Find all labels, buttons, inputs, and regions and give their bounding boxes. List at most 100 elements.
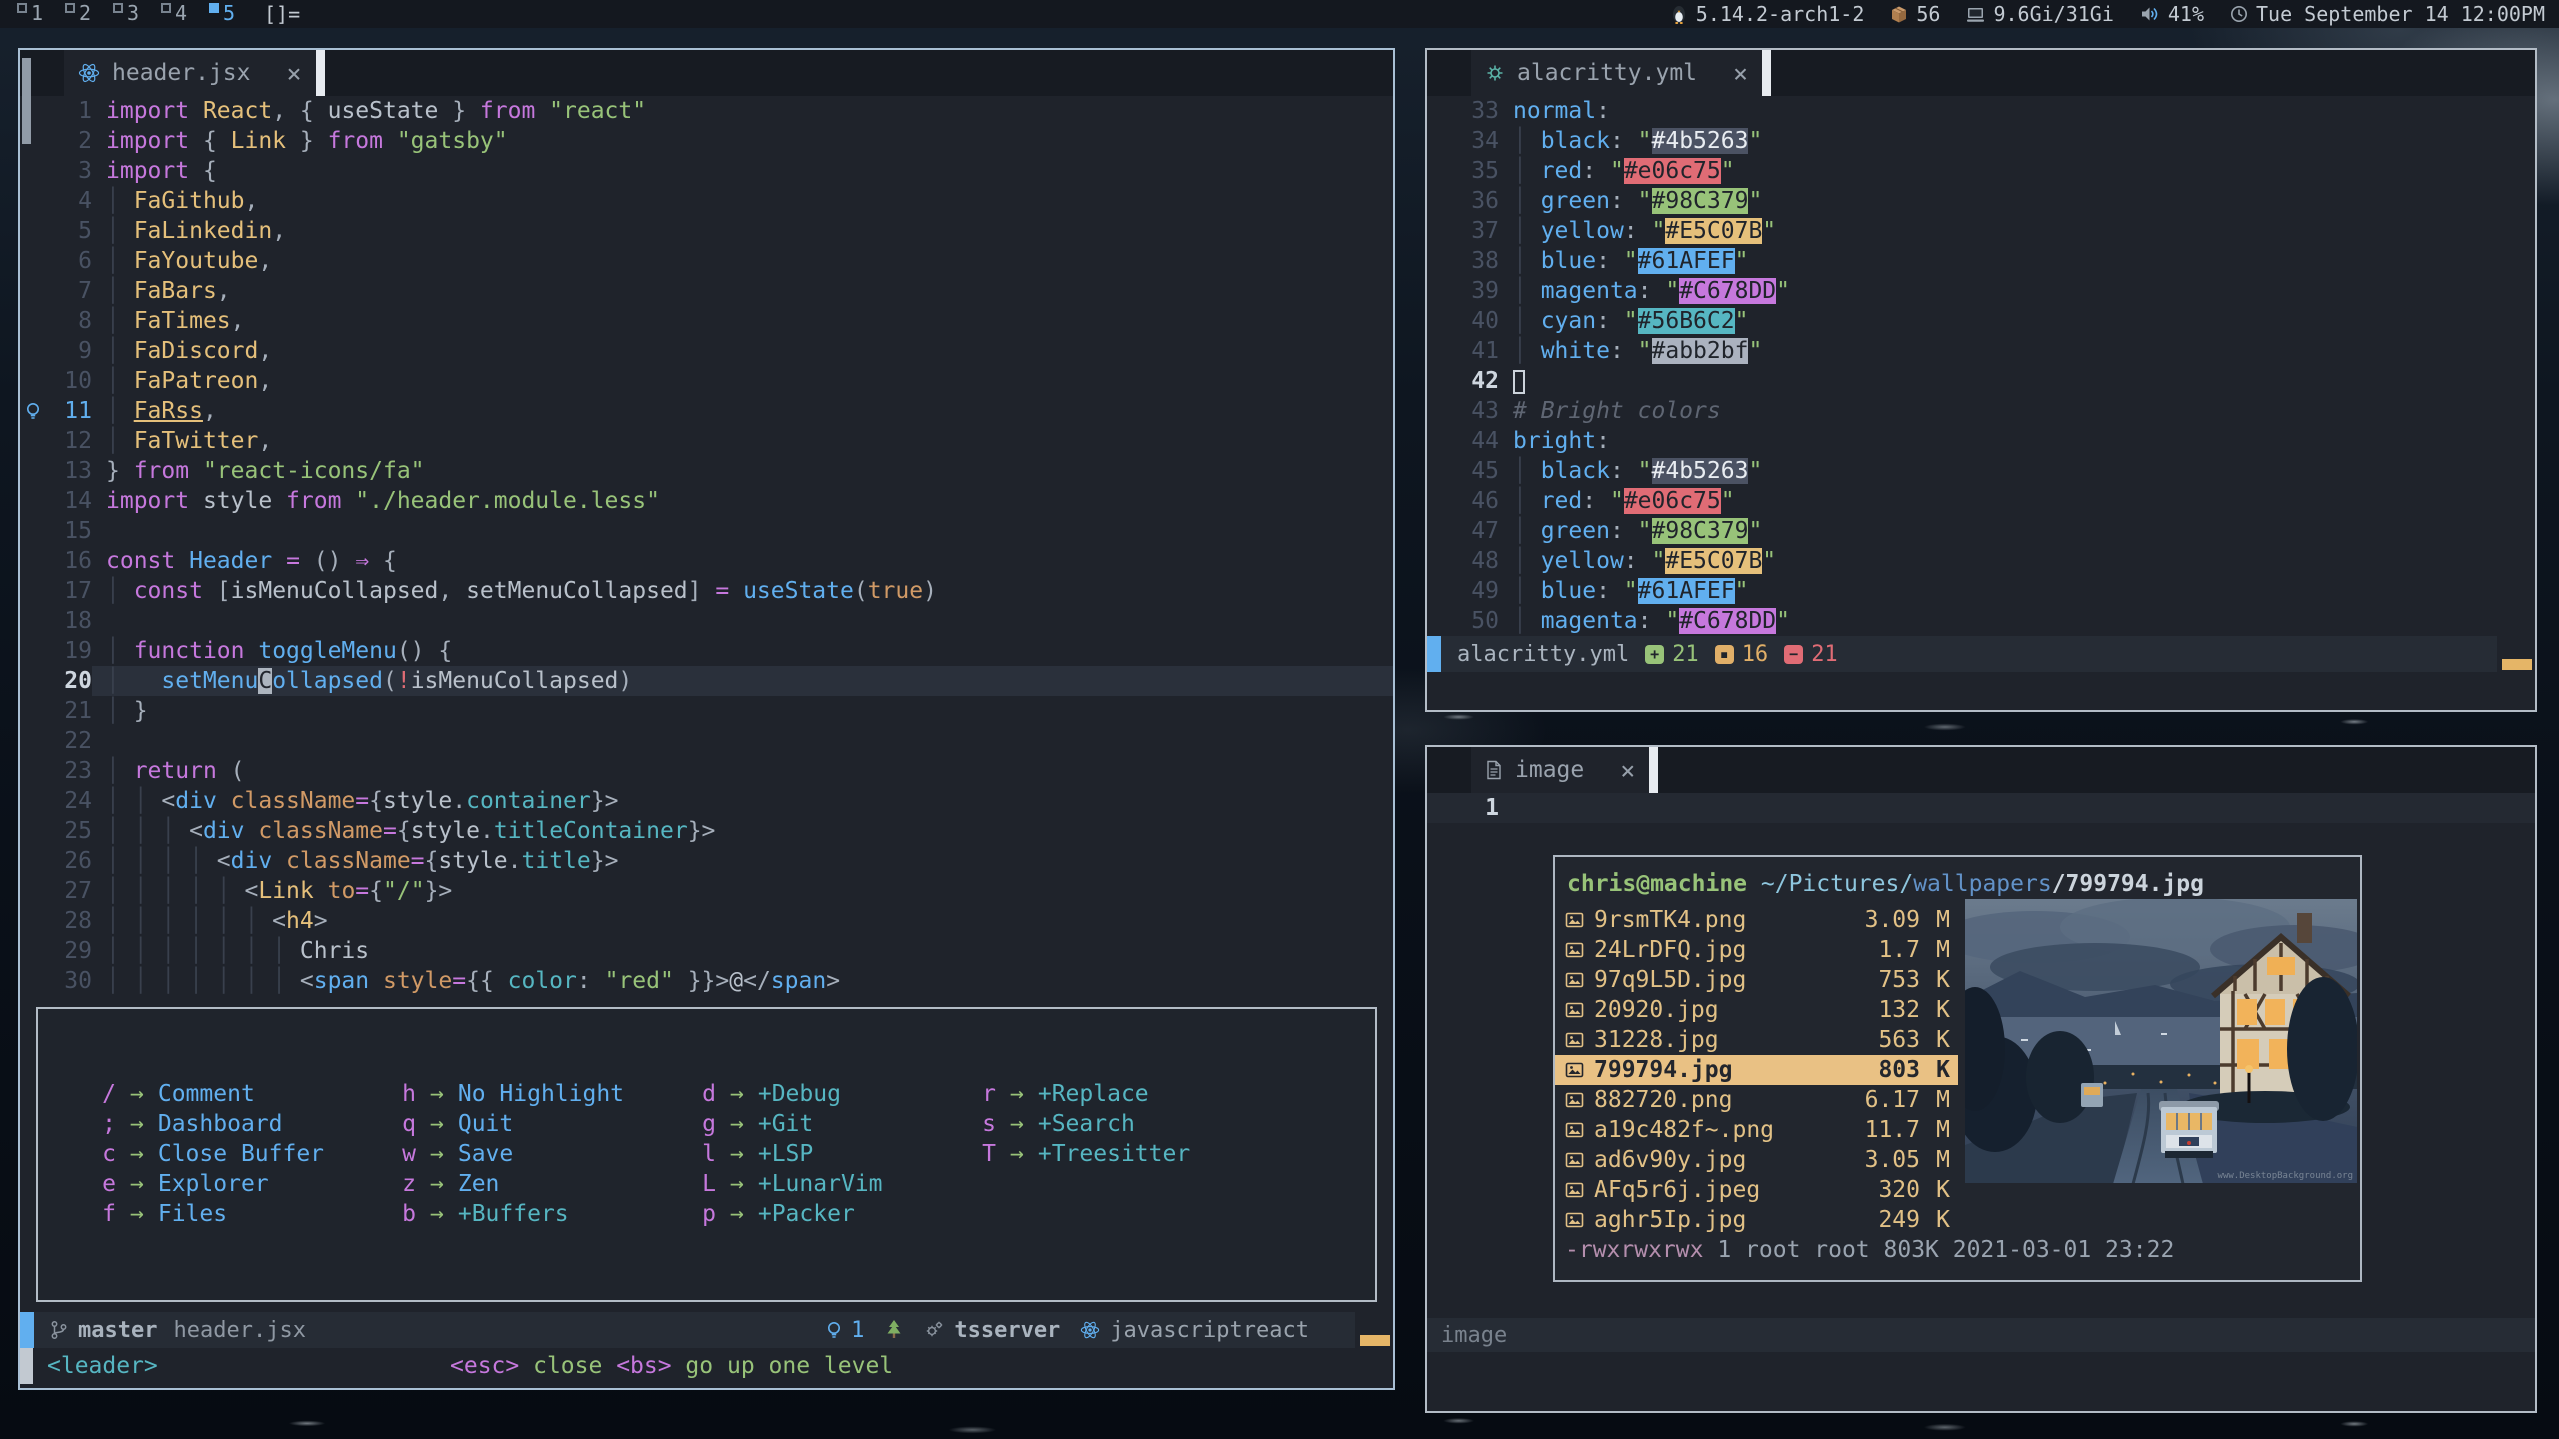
code-line[interactable]: 38 │ blue: "#61AFEF" — [1427, 246, 2535, 276]
scrollbar-thumb[interactable] — [22, 58, 31, 144]
code-line[interactable]: 13 } from "react-icons/fa" — [20, 456, 1393, 486]
code-line[interactable]: 14 import style from "./header.module.le… — [20, 486, 1393, 516]
code-line[interactable]: 41 │ white: "#abb2bf" — [1427, 336, 2535, 366]
line-number: 13 — [46, 456, 92, 486]
code-line[interactable]: 30 │ │ │ │ │ │ │ <span style={{ color: "… — [20, 966, 1393, 996]
line-text: normal: — [1499, 96, 2535, 126]
code-line[interactable]: 12 │ FaTwitter, — [20, 426, 1393, 456]
code-line[interactable]: 40 │ cyan: "#56B6C2" — [1427, 306, 2535, 336]
file-row[interactable]: 882720.png 6.17 M — [1555, 1085, 1958, 1115]
workspace-button[interactable]: 2 — [56, 0, 104, 28]
code-line[interactable]: 1 — [1427, 793, 2535, 823]
code-line[interactable]: 1 import React, { useState } from "react… — [20, 96, 1393, 126]
code-line[interactable]: 3 import { — [20, 156, 1393, 186]
statusbar-module[interactable]: Tue September 14 12:00PM — [2230, 2, 2545, 26]
code-line[interactable]: 43 # Bright colors — [1427, 396, 2535, 426]
file-row[interactable]: 9rsmTK4.png 3.09 M — [1555, 905, 1958, 935]
file-row[interactable]: a19c482f~.png 11.7 M — [1555, 1115, 1958, 1145]
file-name: ad6v90y.jpg — [1594, 1145, 1746, 1175]
code-line[interactable]: 2 import { Link } from "gatsby" — [20, 126, 1393, 156]
whichkey-label: +Packer — [758, 1201, 855, 1227]
file-row[interactable]: aghr5Ip.jpg 249 K — [1555, 1205, 1958, 1235]
line-number: 21 — [46, 696, 92, 726]
statusbar-module[interactable]: 41% — [2140, 2, 2204, 26]
code-line[interactable]: 5 │ FaLinkedin, — [20, 216, 1393, 246]
code-line[interactable]: 28 │ │ │ │ │ │ <h4> — [20, 906, 1393, 936]
code-line[interactable]: 26 │ │ │ │ <div className={style.title}> — [20, 846, 1393, 876]
code-line[interactable]: 45 │ black: "#4b5263" — [1427, 456, 2535, 486]
line-number: 16 — [46, 546, 92, 576]
code-line[interactable]: 18 — [20, 606, 1393, 636]
file-row[interactable]: ad6v90y.jpg 3.05 M — [1555, 1145, 1958, 1175]
code-line[interactable]: 21 │ } — [20, 696, 1393, 726]
line-text: # Bright colors — [1499, 396, 2535, 426]
image-file-icon — [1565, 941, 1584, 959]
file-size-unit: K — [1920, 965, 1950, 995]
code-line[interactable]: 25 │ │ │ <div className={style.titleCont… — [20, 816, 1393, 846]
line-text: const Header = () ⇒ { — [92, 546, 1393, 576]
line-number: 38 — [1453, 246, 1499, 276]
code-line[interactable]: 47 │ green: "#98C379" — [1427, 516, 2535, 546]
file-row[interactable]: 799794.jpg 803 K — [1555, 1055, 1958, 1085]
line-number: 8 — [46, 306, 92, 336]
statusbar-module[interactable]: 56 — [1890, 2, 1940, 26]
code-line[interactable]: 35 │ red: "#e06c75" — [1427, 156, 2535, 186]
code-line[interactable]: 33 normal: — [1427, 96, 2535, 126]
statusbar-module[interactable]: 5.14.2-arch1-2 — [1670, 2, 1865, 26]
cable-car — [2159, 1101, 2219, 1158]
image-file-icon — [1565, 1181, 1584, 1199]
code-line[interactable]: 42 — [1427, 366, 2535, 396]
code-line[interactable]: 6 │ FaYoutube, — [20, 246, 1393, 276]
whichkey-entry: T → +Treesitter — [970, 1139, 1190, 1169]
file-row[interactable]: 97q9L5D.jpg 753 K — [1555, 965, 1958, 995]
workspace-button[interactable]: 5 — [200, 0, 248, 28]
code-line[interactable]: 39 │ magenta: "#C678DD" — [1427, 276, 2535, 306]
workspace-button[interactable]: 3 — [104, 0, 152, 28]
tab-image[interactable]: image × — [1471, 747, 1649, 793]
code-line[interactable]: 16 const Header = () ⇒ { — [20, 546, 1393, 576]
code-line[interactable]: 7 │ FaBars, — [20, 276, 1393, 306]
code-line[interactable]: 10 │ FaPatreon, — [20, 366, 1393, 396]
hint-key: <esc> — [450, 1353, 519, 1379]
file-row[interactable]: AFq5r6j.jpeg 320 K — [1555, 1175, 1958, 1205]
code-line[interactable]: 11 │ FaRss, — [20, 396, 1393, 426]
code-line[interactable]: 46 │ red: "#e06c75" — [1427, 486, 2535, 516]
code-line[interactable]: 17 │ const [isMenuCollapsed, setMenuColl… — [20, 576, 1393, 606]
file-row[interactable]: 24LrDFQ.jpg 1.7 M — [1555, 935, 1958, 965]
close-icon[interactable]: × — [1620, 756, 1635, 785]
statusbar-module[interactable]: 9.6Gi/31Gi — [1966, 2, 2113, 26]
code-line[interactable]: 50 │ magenta: "#C678DD" — [1427, 606, 2535, 636]
tab-alacritty-yml[interactable]: alacritty.yml × — [1471, 50, 1762, 96]
layout-symbol[interactable]: []= — [264, 2, 300, 26]
code-line[interactable]: 8 │ FaTimes, — [20, 306, 1393, 336]
line-number: 39 — [1453, 276, 1499, 306]
code-line[interactable]: 19 │ function toggleMenu() { — [20, 636, 1393, 666]
diagnostics-count[interactable]: 1 — [825, 1318, 864, 1343]
file-row[interactable]: 31228.jpg 563 K — [1555, 1025, 1958, 1055]
workspace-button[interactable]: 1 — [8, 0, 56, 28]
close-icon[interactable]: × — [1733, 59, 1748, 88]
code-line[interactable]: 23 │ return ( — [20, 756, 1393, 786]
code-line[interactable]: 36 │ green: "#98C379" — [1427, 186, 2535, 216]
code-line[interactable]: 34 │ black: "#4b5263" — [1427, 126, 2535, 156]
code-line[interactable]: 44 bright: — [1427, 426, 2535, 456]
tab-header-jsx[interactable]: header.jsx × — [64, 50, 316, 96]
code-line[interactable]: 48 │ yellow: "#E5C07B" — [1427, 546, 2535, 576]
code-line[interactable]: 24 │ │ <div className={style.container}> — [20, 786, 1393, 816]
close-icon[interactable]: × — [286, 59, 301, 88]
line-number: 18 — [46, 606, 92, 636]
code-line[interactable]: 27 │ │ │ │ │ <Link to={"/"}> — [20, 876, 1393, 906]
code-line[interactable]: 29 │ │ │ │ │ │ │ Chris — [20, 936, 1393, 966]
code-line[interactable]: 37 │ yellow: "#E5C07B" — [1427, 216, 2535, 246]
code-line[interactable]: 49 │ blue: "#61AFEF" — [1427, 576, 2535, 606]
whichkey-label: +Treesitter — [1038, 1141, 1190, 1167]
workspace-button[interactable]: 4 — [152, 0, 200, 28]
code-line[interactable]: 15 — [20, 516, 1393, 546]
code-area: 1 — [1427, 793, 2535, 823]
code-line[interactable]: 20 │ setMenuCollapsed(!isMenuCollapsed) — [20, 666, 1393, 696]
code-line[interactable]: 9 │ FaDiscord, — [20, 336, 1393, 366]
code-line[interactable]: 22 — [20, 726, 1393, 756]
code-line[interactable]: 4 │ FaGithub, — [20, 186, 1393, 216]
git-branch[interactable]: master — [50, 1318, 157, 1343]
file-row[interactable]: 20920.jpg 132 K — [1555, 995, 1958, 1025]
